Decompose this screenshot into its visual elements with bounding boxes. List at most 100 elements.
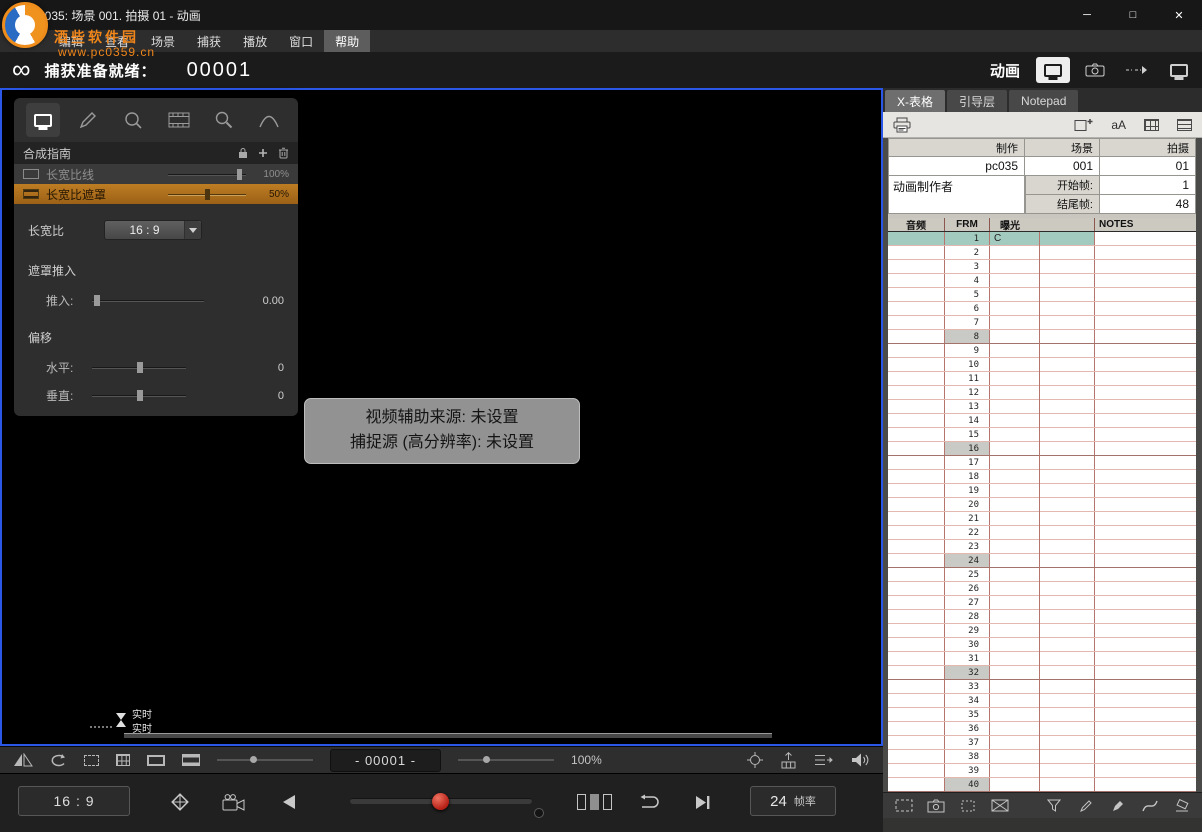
- xsheet-audio-cell[interactable]: [888, 302, 945, 315]
- xsheet-row[interactable]: 39: [888, 764, 1196, 778]
- start-frame-value[interactable]: 1: [1100, 176, 1196, 195]
- eraser-tool-button[interactable]: [1168, 796, 1195, 816]
- xsheet-row[interactable]: 27: [888, 596, 1196, 610]
- xsheet-notes-cell[interactable]: [1095, 708, 1196, 721]
- xsheet-row[interactable]: 11: [888, 372, 1196, 386]
- xsheet-audio-cell[interactable]: [888, 638, 945, 651]
- curve-tool-button[interactable]: [1136, 796, 1163, 816]
- xsheet-row[interactable]: 5: [888, 288, 1196, 302]
- xsheet-exposure-cell[interactable]: [990, 484, 1095, 497]
- xsheet-row[interactable]: 18: [888, 470, 1196, 484]
- xsheet-notes-cell[interactable]: [1095, 302, 1196, 315]
- xsheet-row[interactable]: 13: [888, 400, 1196, 414]
- xsheet-row[interactable]: 21: [888, 512, 1196, 526]
- take-value[interactable]: 01: [1100, 157, 1196, 176]
- xsheet-notes-cell[interactable]: [1095, 680, 1196, 693]
- xsheet-audio-cell[interactable]: [888, 484, 945, 497]
- xsheet-notes-cell[interactable]: [1095, 624, 1196, 637]
- aspect-ratio-select[interactable]: 16 : 9: [104, 220, 202, 240]
- xsheet-row[interactable]: 34: [888, 694, 1196, 708]
- xsheet-body[interactable]: 1 C 2 3 4 5 6 7 8 9: [888, 232, 1196, 792]
- xsheet-audio-cell[interactable]: [888, 358, 945, 371]
- xsheet-notes-cell[interactable]: [1095, 554, 1196, 567]
- xsheet-audio-cell[interactable]: [888, 470, 945, 483]
- xsheet-notes-cell[interactable]: [1095, 246, 1196, 259]
- zoom-tool[interactable]: [207, 103, 241, 137]
- xsheet-exposure-cell[interactable]: [990, 470, 1095, 483]
- xsheet-notes-cell[interactable]: [1095, 540, 1196, 553]
- test-shot-button[interactable]: [1120, 57, 1154, 83]
- opacity-slider[interactable]: [168, 169, 246, 180]
- onion-skin-slider[interactable]: [217, 755, 313, 765]
- cinematography-workspace-button[interactable]: [1078, 57, 1112, 83]
- flip-view-button[interactable]: [13, 753, 33, 767]
- xsheet-exposure-cell[interactable]: C: [990, 232, 1095, 245]
- xsheet-audio-cell[interactable]: [888, 260, 945, 273]
- xsheet-row[interactable]: 32: [888, 666, 1196, 680]
- xsheet-notes-cell[interactable]: [1095, 358, 1196, 371]
- xsheet-audio-cell[interactable]: [888, 442, 945, 455]
- xsheet-notes-cell[interactable]: [1095, 414, 1196, 427]
- horizontal-slider[interactable]: [92, 362, 186, 373]
- audio-mute-button[interactable]: [850, 752, 870, 768]
- xsheet-notes-cell[interactable]: [1095, 736, 1196, 749]
- xsheet-notes-cell[interactable]: [1095, 764, 1196, 777]
- xsheet-notes-cell[interactable]: [1095, 638, 1196, 651]
- xsheet-row[interactable]: 24: [888, 554, 1196, 568]
- xsheet-notes-cell[interactable]: [1095, 470, 1196, 483]
- xsheet-audio-cell[interactable]: [888, 526, 945, 539]
- compact-view-button[interactable]: [1144, 119, 1159, 131]
- xsheet-audio-cell[interactable]: [888, 666, 945, 679]
- xsheet-notes-cell[interactable]: [1095, 232, 1196, 245]
- xsheet-exposure-cell[interactable]: [990, 652, 1095, 665]
- xsheet-row[interactable]: 29: [888, 624, 1196, 638]
- video-assist-tool[interactable]: [26, 103, 60, 137]
- xsheet-exposure-cell[interactable]: [990, 736, 1095, 749]
- zoom-slider[interactable]: [458, 755, 554, 765]
- xsheet-row[interactable]: 9: [888, 344, 1196, 358]
- playhead-marker[interactable]: [116, 713, 126, 727]
- xsheet-audio-cell[interactable]: [888, 512, 945, 525]
- filmstrip-tool[interactable]: [162, 103, 196, 137]
- xsheet-audio-cell[interactable]: [888, 414, 945, 427]
- tab-guide-layers[interactable]: 引导层: [947, 90, 1007, 112]
- animator-field[interactable]: 动画制作者: [888, 176, 1025, 214]
- capture-region-button[interactable]: [922, 796, 949, 816]
- xsheet-exposure-cell[interactable]: [990, 442, 1095, 455]
- xsheet-notes-cell[interactable]: [1095, 512, 1196, 525]
- xsheet-exposure-cell[interactable]: [990, 414, 1095, 427]
- grid-overlay-button[interactable]: [116, 754, 130, 766]
- xsheet-row[interactable]: 8: [888, 330, 1196, 344]
- xsheet-exposure-cell[interactable]: [990, 456, 1095, 469]
- live-toggle-button[interactable]: [156, 784, 204, 820]
- roi-button[interactable]: [84, 755, 99, 766]
- clear-region-button[interactable]: [986, 796, 1013, 816]
- xsheet-audio-cell[interactable]: [888, 736, 945, 749]
- xsheet-exposure-cell[interactable]: [990, 428, 1095, 441]
- xsheet-audio-cell[interactable]: [888, 694, 945, 707]
- xsheet-notes-cell[interactable]: [1095, 484, 1196, 497]
- xsheet-row[interactable]: 14: [888, 414, 1196, 428]
- xsheet-notes-cell[interactable]: [1095, 274, 1196, 287]
- xsheet-exposure-cell[interactable]: [990, 666, 1095, 679]
- xsheet-audio-cell[interactable]: [888, 372, 945, 385]
- xsheet-audio-cell[interactable]: [888, 316, 945, 329]
- xsheet-row[interactable]: 1 C: [888, 232, 1196, 246]
- xsheet-notes-cell[interactable]: [1095, 372, 1196, 385]
- xsheet-row[interactable]: 35: [888, 708, 1196, 722]
- xsheet-audio-cell[interactable]: [888, 596, 945, 609]
- xsheet-notes-cell[interactable]: [1095, 694, 1196, 707]
- xsheet-exposure-cell[interactable]: [990, 400, 1095, 413]
- xsheet-exposure-cell[interactable]: [990, 750, 1095, 763]
- close-button[interactable]: ✕: [1156, 0, 1202, 30]
- filter-rows-button[interactable]: [1040, 796, 1067, 816]
- xsheet-notes-cell[interactable]: [1095, 442, 1196, 455]
- xsheet-exposure-cell[interactable]: [990, 680, 1095, 693]
- xsheet-row[interactable]: 25: [888, 568, 1196, 582]
- xsheet-notes-cell[interactable]: [1095, 428, 1196, 441]
- xsheet-exposure-cell[interactable]: [990, 694, 1095, 707]
- opacity-slider[interactable]: [168, 189, 246, 200]
- xsheet-exposure-cell[interactable]: [990, 596, 1095, 609]
- menu-playback[interactable]: 播放: [232, 30, 278, 52]
- xsheet-row[interactable]: 2: [888, 246, 1196, 260]
